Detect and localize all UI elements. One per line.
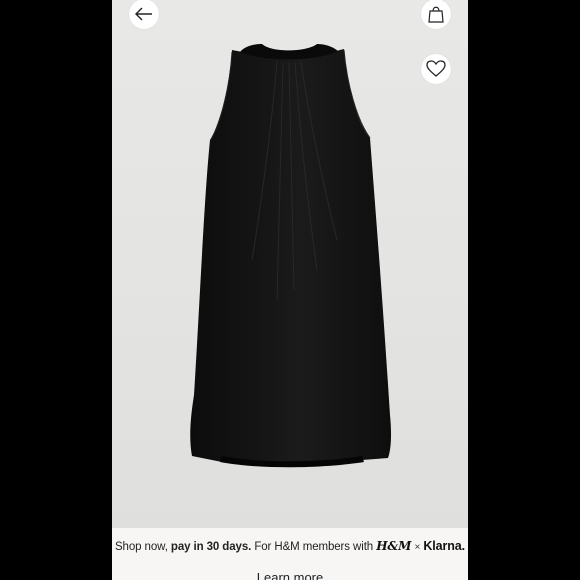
back-button[interactable] <box>129 0 159 29</box>
promo-highlight: pay in 30 days. <box>170 541 252 553</box>
klarna-logo: Klarna. <box>423 539 465 553</box>
arrow-left-icon <box>135 7 153 21</box>
heart-icon <box>426 60 446 78</box>
dress-image <box>190 44 392 468</box>
hm-logo: H&M <box>376 539 412 553</box>
promo-prefix: Shop now, <box>114 541 171 553</box>
promo-suffix: For H&M members with <box>251 541 377 553</box>
shopping-bag-button[interactable] <box>421 0 451 29</box>
page: Shop now, pay in 30 days. For H&M member… <box>0 0 580 580</box>
favorite-button[interactable] <box>421 54 451 84</box>
times-sign: × <box>414 542 421 553</box>
klarna-promo-banner: Shop now, pay in 30 days. For H&M member… <box>112 528 468 580</box>
shopping-bag-icon <box>428 5 444 23</box>
product-image <box>112 0 468 528</box>
promo-text: Shop now, pay in 30 days. For H&M member… <box>112 539 468 553</box>
product-screen: Shop now, pay in 30 days. For H&M member… <box>112 0 468 580</box>
learn-more-link[interactable]: Learn more <box>112 570 468 580</box>
